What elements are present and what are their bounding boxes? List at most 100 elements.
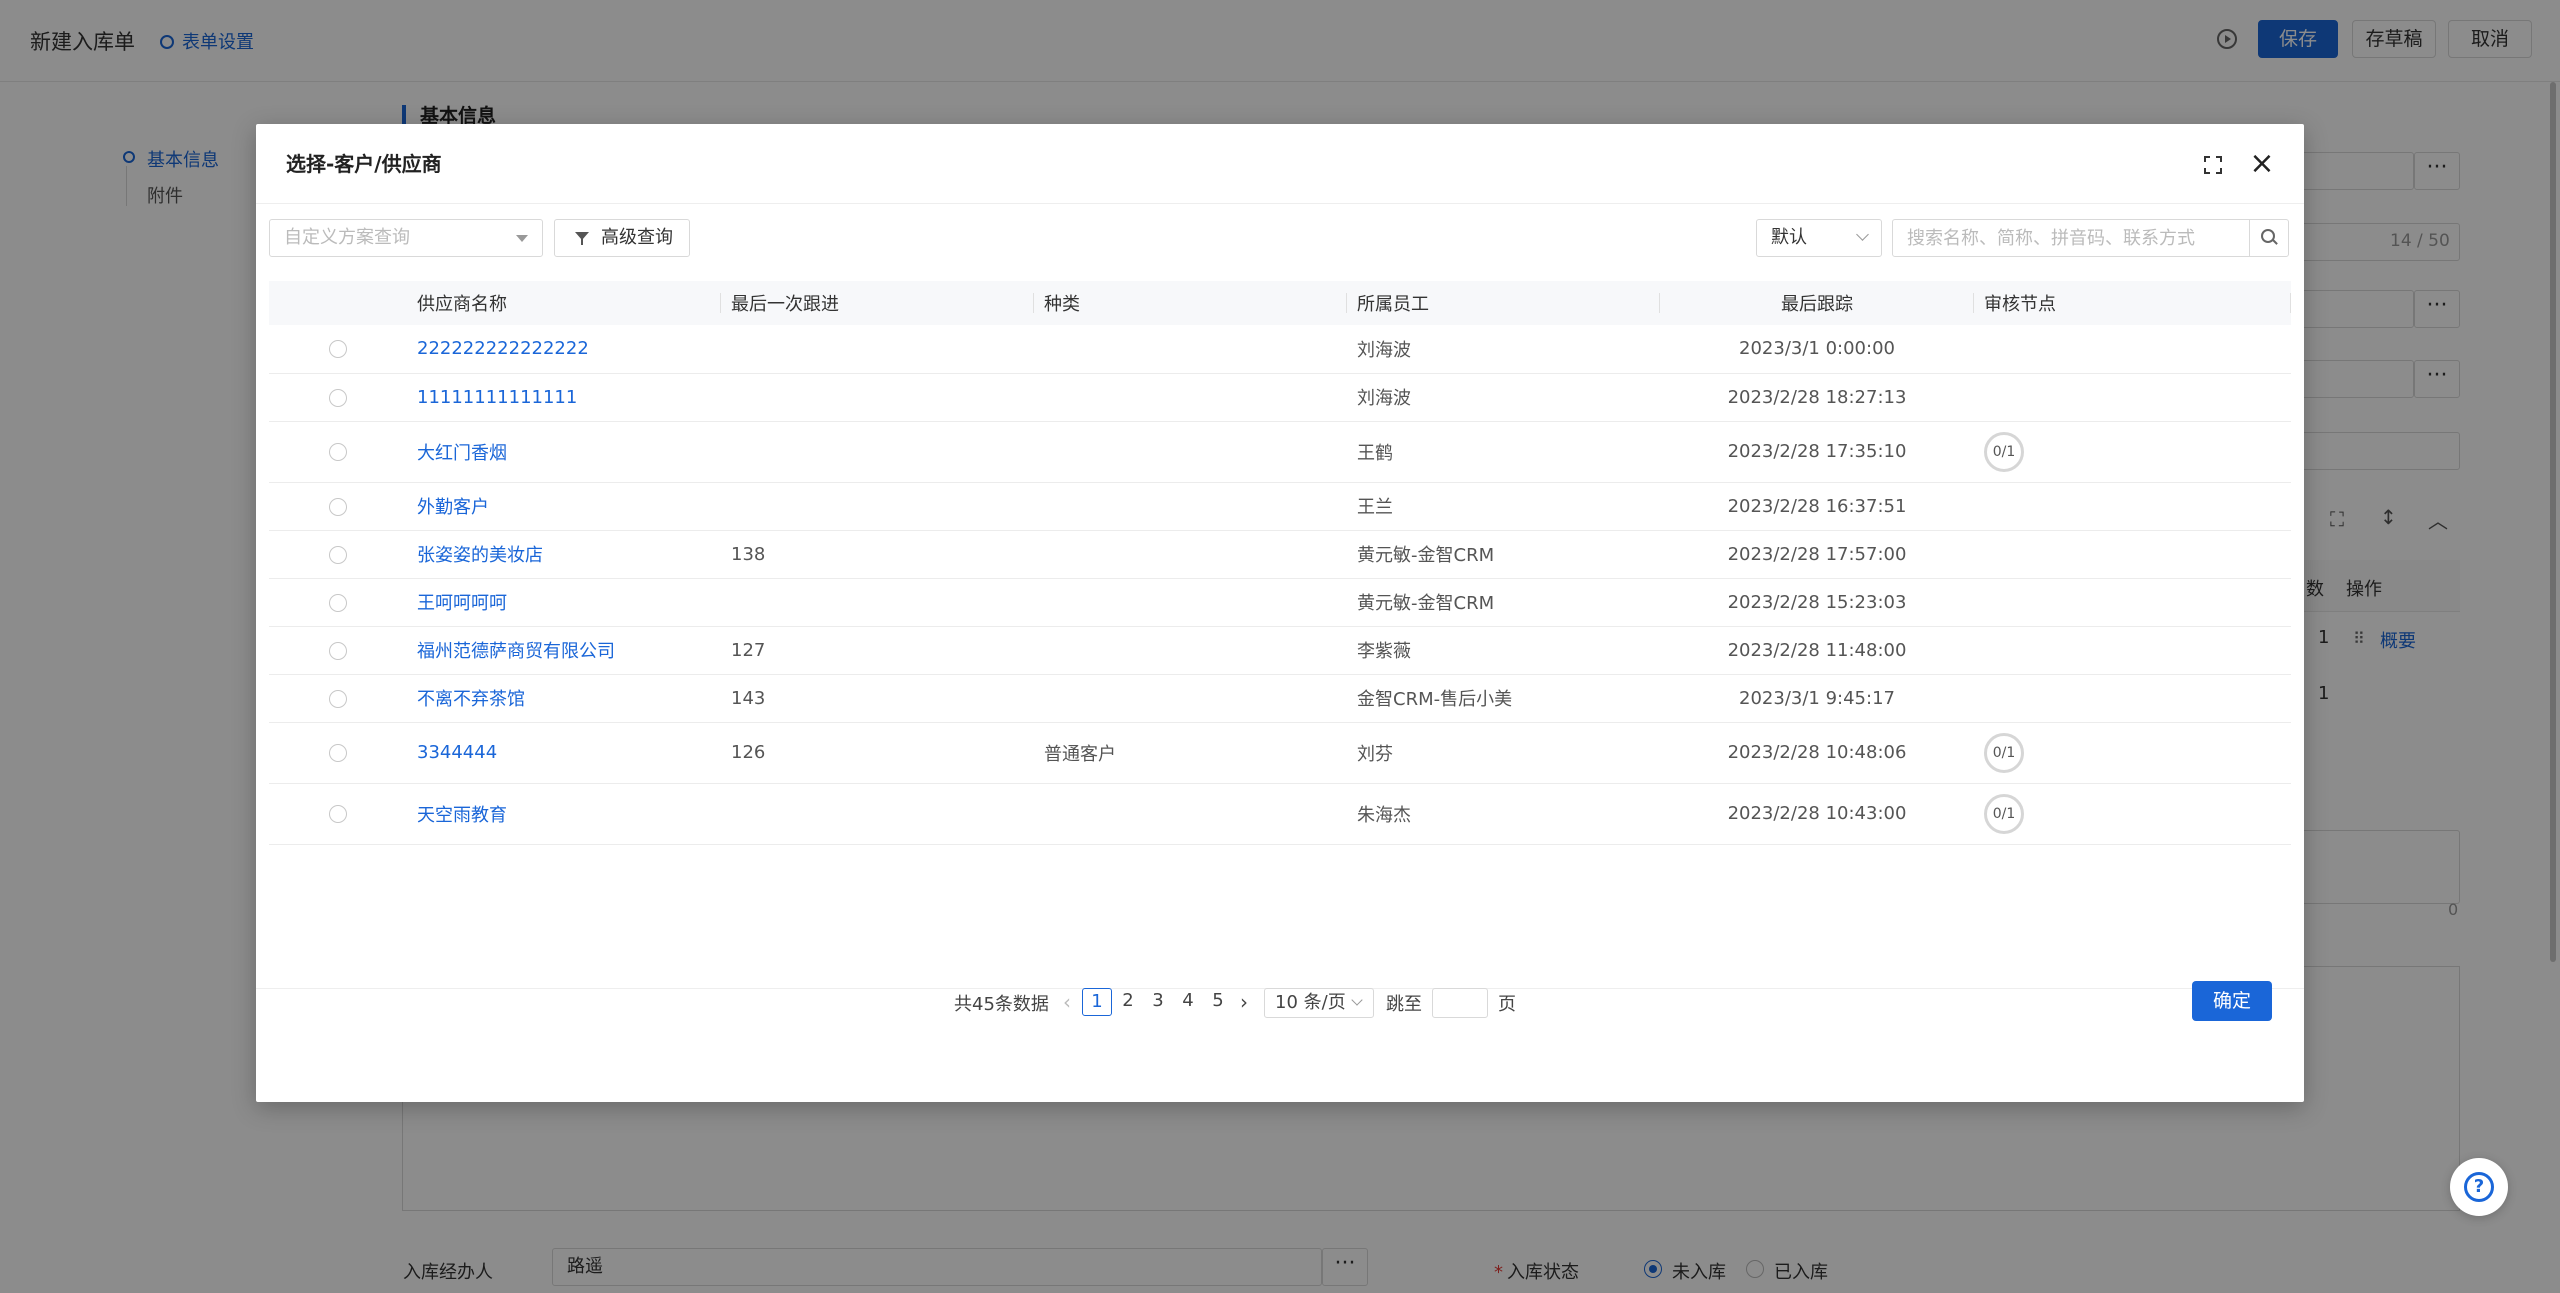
- last-follow-cell: 138: [721, 530, 1034, 579]
- table-row[interactable]: 3344444 126 普通客户 刘芬 2023/2/28 10:48:06 0…: [269, 722, 2291, 784]
- row-radio[interactable]: [329, 689, 347, 708]
- help-button[interactable]: ?: [2450, 1158, 2508, 1216]
- supplier-name-link[interactable]: 11111111111111: [407, 373, 721, 422]
- column-header[interactable]: 供应商名称: [407, 281, 721, 325]
- row-radio[interactable]: [329, 805, 347, 823]
- advanced-query-label: 高级查询: [601, 227, 673, 248]
- last-follow-cell: [721, 482, 1034, 531]
- audit-progress-badge[interactable]: 0/1: [1984, 732, 2024, 773]
- table-row[interactable]: 11111111111111 刘海波 2023/2/28 18:27:13: [269, 373, 2291, 422]
- last-track-cell: 2023/2/28 16:37:51: [1660, 482, 1974, 531]
- supplier-name-link[interactable]: 天空雨教育: [407, 783, 721, 845]
- sort-value: 默认: [1771, 227, 1807, 248]
- last-follow-cell: [721, 373, 1034, 422]
- audit-cell: [1974, 674, 2291, 723]
- table-row[interactable]: 222222222222222 刘海波 2023/3/1 0:00:00: [269, 325, 2291, 374]
- page-3[interactable]: 3: [1143, 988, 1173, 1016]
- page-unit: 页: [1498, 994, 1516, 1015]
- staff-cell: 刘海波: [1347, 373, 1660, 422]
- row-radio[interactable]: [329, 443, 347, 461]
- audit-cell: 0/1: [1974, 783, 2291, 845]
- supplier-name-link[interactable]: 福州范德萨商贸有限公司: [407, 626, 721, 675]
- row-radio[interactable]: [329, 744, 347, 762]
- row-radio[interactable]: [329, 340, 347, 359]
- table-row[interactable]: 不离不弃茶馆 143 金智CRM-售后小美 2023/3/1 9:45:17: [269, 674, 2291, 723]
- table-header-row: 供应商名称 最后一次跟进 种类 所属员工 最后跟踪 审核节点: [269, 281, 2291, 325]
- last-follow-cell: [721, 325, 1034, 374]
- close-icon[interactable]: ×: [2249, 149, 2275, 179]
- scheme-placeholder: 自定义方案查询: [284, 227, 410, 248]
- row-radio[interactable]: [329, 497, 347, 516]
- sort-select[interactable]: 默认: [1756, 219, 1882, 257]
- last-track-cell: 2023/2/28 17:35:10: [1660, 421, 1974, 483]
- advanced-query-button[interactable]: 高级查询: [554, 219, 690, 257]
- table-row[interactable]: 大红门香烟 王鹤 2023/2/28 17:35:10 0/1: [269, 421, 2291, 483]
- filter-icon: [575, 232, 589, 245]
- scheme-query-select[interactable]: 自定义方案查询: [269, 219, 543, 257]
- type-cell: [1034, 783, 1347, 845]
- next-page-icon[interactable]: ›: [1240, 990, 1248, 1014]
- supplier-name-link[interactable]: 222222222222222: [407, 325, 721, 374]
- supplier-name-link[interactable]: 不离不弃茶馆: [407, 674, 721, 723]
- confirm-button[interactable]: 确定: [2192, 981, 2272, 1021]
- row-radio[interactable]: [329, 593, 347, 612]
- modal-title: 选择-客户/供应商: [286, 152, 442, 176]
- last-follow-cell: 127: [721, 626, 1034, 675]
- last-track-cell: 2023/3/1 0:00:00: [1660, 325, 1974, 374]
- supplier-name-link[interactable]: 张姿姿的美妆店: [407, 530, 721, 579]
- last-follow-cell: [721, 578, 1034, 627]
- page-size-select[interactable]: 10 条/页: [1264, 988, 1374, 1018]
- last-follow-cell: 126: [721, 722, 1034, 784]
- column-header[interactable]: 最后一次跟进: [721, 281, 1034, 325]
- last-track-cell: 2023/2/28 11:48:00: [1660, 626, 1974, 675]
- supplier-table: 供应商名称 最后一次跟进 种类 所属员工 最后跟踪 审核节点 222222222…: [269, 281, 2291, 845]
- type-cell: [1034, 578, 1347, 627]
- jump-page-input[interactable]: [1432, 988, 1488, 1018]
- jump-label: 跳至: [1386, 994, 1422, 1015]
- last-track-cell: 2023/2/28 17:57:00: [1660, 530, 1974, 579]
- supplier-name-link[interactable]: 王呵呵呵呵: [407, 578, 721, 627]
- audit-progress-badge[interactable]: 0/1: [1984, 431, 2024, 472]
- last-follow-cell: [721, 421, 1034, 483]
- last-track-cell: 2023/2/28 10:48:06: [1660, 722, 1974, 784]
- page-5[interactable]: 5: [1203, 988, 1233, 1016]
- column-header[interactable]: 最后跟踪: [1660, 281, 1974, 325]
- chevron-down-icon: [1856, 228, 1869, 241]
- row-radio[interactable]: [329, 641, 347, 660]
- table-row[interactable]: 张姿姿的美妆店 138 黄元敏-金智CRM 2023/2/28 17:57:00: [269, 530, 2291, 579]
- row-radio[interactable]: [329, 545, 347, 564]
- supplier-name-link[interactable]: 大红门香烟: [407, 421, 721, 483]
- page-size-value: 10 条/页: [1275, 992, 1346, 1013]
- last-follow-cell: 143: [721, 674, 1034, 723]
- column-header[interactable]: 审核节点: [1974, 281, 2291, 325]
- audit-cell: [1974, 325, 2291, 374]
- table-row[interactable]: 外勤客户 王兰 2023/2/28 16:37:51: [269, 482, 2291, 531]
- chevron-down-icon: [1351, 994, 1363, 1006]
- table-row[interactable]: 王呵呵呵呵 黄元敏-金智CRM 2023/2/28 15:23:03: [269, 578, 2291, 627]
- audit-progress-badge[interactable]: 0/1: [1984, 793, 2024, 834]
- prev-page-icon[interactable]: ‹: [1063, 990, 1071, 1014]
- audit-cell: 0/1: [1974, 722, 2291, 784]
- type-cell: [1034, 421, 1347, 483]
- table-row[interactable]: 福州范德萨商贸有限公司 127 李紫薇 2023/2/28 11:48:00: [269, 626, 2291, 675]
- type-cell: [1034, 325, 1347, 374]
- total-count: 共45条数据: [954, 994, 1049, 1015]
- expand-icon[interactable]: [2204, 156, 2222, 174]
- supplier-name-link[interactable]: 外勤客户: [407, 482, 721, 531]
- last-track-cell: 2023/2/28 10:43:00: [1660, 783, 1974, 845]
- column-header[interactable]: 所属员工: [1347, 281, 1660, 325]
- staff-cell: 黄元敏-金智CRM: [1347, 530, 1660, 579]
- page-2[interactable]: 2: [1113, 988, 1143, 1016]
- last-track-cell: 2023/2/28 18:27:13: [1660, 373, 1974, 422]
- table-row[interactable]: 天空雨教育 朱海杰 2023/2/28 10:43:00 0/1: [269, 783, 2291, 845]
- search-input[interactable]: [1892, 219, 2250, 257]
- row-radio[interactable]: [329, 388, 347, 407]
- supplier-name-link[interactable]: 3344444: [407, 722, 721, 784]
- column-header[interactable]: 种类: [1034, 281, 1347, 325]
- staff-cell: 刘芬: [1347, 722, 1660, 784]
- page-1[interactable]: 1: [1082, 988, 1112, 1016]
- page-4[interactable]: 4: [1173, 988, 1203, 1016]
- help-icon: ?: [2464, 1172, 2494, 1202]
- audit-cell: [1974, 626, 2291, 675]
- search-button[interactable]: [2249, 219, 2289, 257]
